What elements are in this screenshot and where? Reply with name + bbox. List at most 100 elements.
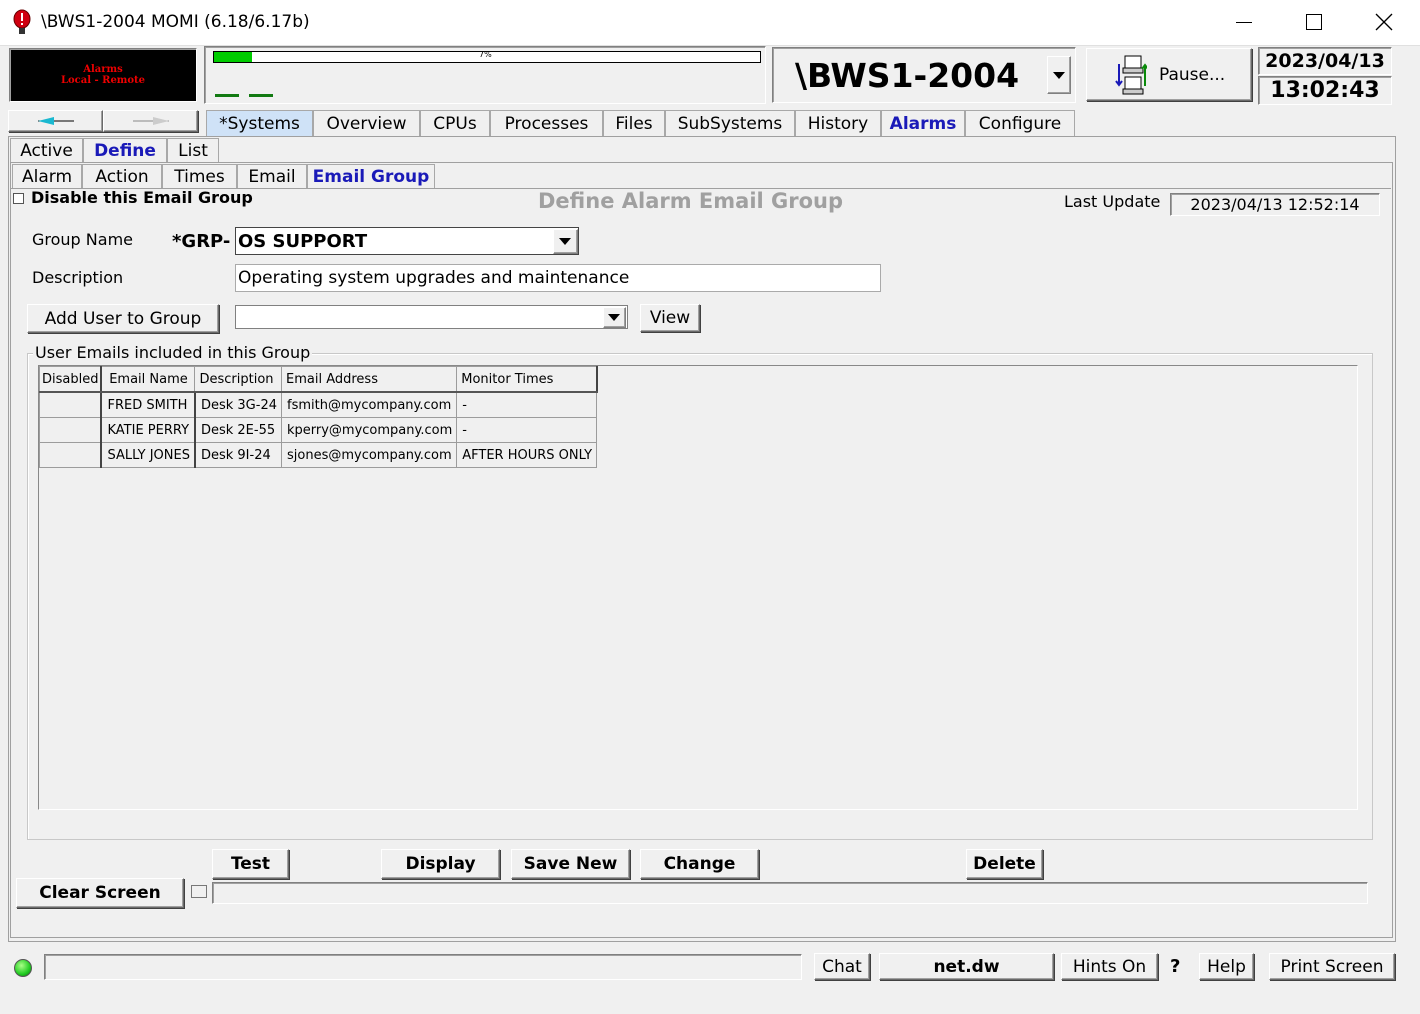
cell-disabled[interactable] — [39, 442, 103, 468]
cell-email-name[interactable]: SALLY JONES — [100, 442, 196, 468]
chevron-down-icon — [559, 238, 571, 245]
column-header-email-address[interactable]: Email Address — [280, 366, 458, 393]
alarm-panel-line2: Local - Remote — [60, 75, 146, 86]
user-emails-groupbox-label: User Emails included in this Group — [33, 343, 313, 362]
change-button[interactable]: Change — [640, 849, 759, 879]
system-selector[interactable]: \BWS1-2004 — [772, 47, 1076, 103]
back-button[interactable] — [8, 110, 103, 132]
cell-email-name[interactable]: KATIE PERRY — [100, 417, 196, 443]
pause-label: Pause... — [1159, 64, 1226, 85]
performance-panel: 7% — [204, 46, 766, 104]
forward-button[interactable] — [103, 110, 198, 132]
cell-description[interactable]: Desk 2E-55 — [194, 417, 282, 443]
cell-monitor-times[interactable]: - — [456, 391, 598, 418]
column-header-email-name[interactable]: Email Name — [100, 366, 196, 393]
alarm-indicator-panel[interactable]: Alarms Local - Remote — [9, 48, 197, 102]
add-user-dropdown-button[interactable] — [603, 307, 626, 328]
system-name: \BWS1-2004 — [795, 56, 1020, 95]
add-user-combo[interactable] — [235, 305, 628, 329]
delete-button[interactable]: Delete — [966, 849, 1043, 879]
cell-description[interactable]: Desk 3G-24 — [194, 391, 282, 418]
clear-screen-button[interactable]: Clear Screen — [16, 878, 184, 908]
app-alarm-icon — [12, 9, 32, 35]
table-header-row: Disabled Email Name Description Email Ad… — [39, 366, 598, 393]
cell-email-name[interactable]: FRED SMITH — [100, 391, 196, 418]
test-button[interactable]: Test — [212, 849, 289, 879]
user-emails-grid[interactable]: Disabled Email Name Description Email Ad… — [38, 365, 1358, 810]
pause-button[interactable]: Pause... — [1086, 48, 1252, 101]
cell-disabled[interactable] — [39, 391, 103, 418]
tab-active[interactable]: Active — [10, 138, 83, 162]
table-row[interactable]: FRED SMITH Desk 3G-24 fsmith@mycompany.c… — [39, 391, 598, 418]
tab-cpus[interactable]: CPUs — [420, 110, 490, 136]
cell-description[interactable]: Desk 9I-24 — [194, 442, 282, 468]
cell-email-address[interactable]: fsmith@mycompany.com — [280, 391, 458, 418]
disable-group-label: Disable this Email Group — [31, 188, 253, 207]
net-button[interactable]: net.dw — [879, 953, 1054, 980]
status-message-field — [44, 954, 802, 980]
close-icon[interactable] — [1375, 13, 1393, 31]
column-header-description[interactable]: Description — [194, 366, 282, 393]
view-button[interactable]: View — [640, 304, 700, 332]
alarm-panel-line1: Alarms — [83, 64, 123, 75]
window-title: \BWS1-2004 MOMI (6.18/6.17b) — [41, 12, 310, 32]
chevron-down-icon — [1053, 72, 1065, 79]
mini-bar-1 — [215, 94, 239, 97]
tab-configure[interactable]: Configure — [965, 110, 1075, 136]
group-name-label: Group Name — [32, 230, 133, 249]
group-prefix: *GRP- — [172, 231, 231, 252]
chat-button[interactable]: Chat — [814, 953, 870, 980]
tab-systems[interactable]: *Systems — [206, 110, 313, 136]
cell-email-address[interactable]: sjones@mycompany.com — [280, 442, 458, 468]
minimize-icon[interactable] — [1236, 22, 1252, 23]
display-button[interactable]: Display — [381, 849, 500, 879]
cell-monitor-times[interactable]: - — [456, 417, 598, 443]
disable-group-checkbox[interactable] — [13, 193, 24, 204]
question-icon[interactable]: ? — [1170, 956, 1180, 977]
form-title: Define Alarm Email Group — [538, 189, 844, 213]
tab-define[interactable]: Define — [83, 138, 167, 162]
tab-times[interactable]: Times — [162, 164, 237, 188]
hints-toggle-button[interactable]: Hints On — [1061, 953, 1158, 980]
progress-bar: 7% — [213, 50, 761, 63]
cell-disabled[interactable] — [39, 417, 103, 443]
group-name-dropdown-button[interactable] — [553, 229, 578, 254]
tab-email[interactable]: Email — [237, 164, 307, 188]
computer-sync-icon — [1115, 54, 1149, 96]
cell-email-address[interactable]: kperry@mycompany.com — [280, 417, 458, 443]
description-value: Operating system upgrades and maintenanc… — [238, 268, 630, 288]
column-header-monitor-times[interactable]: Monitor Times — [456, 366, 598, 393]
tab-overview[interactable]: Overview — [313, 110, 420, 136]
table-row[interactable]: SALLY JONES Desk 9I-24 sjones@mycompany.… — [39, 442, 598, 468]
cell-monitor-times[interactable]: AFTER HOURS ONLY — [456, 442, 598, 468]
tab-email-group[interactable]: Email Group — [307, 164, 435, 188]
back-arrow-icon — [37, 117, 74, 125]
tab-action[interactable]: Action — [82, 164, 162, 188]
group-name-combo[interactable]: OS SUPPORT — [235, 227, 579, 255]
tab-list[interactable]: List — [167, 138, 219, 162]
last-update-label: Last Update — [1064, 192, 1161, 211]
user-emails-table: Disabled Email Name Description Email Ad… — [39, 366, 598, 468]
tab-files[interactable]: Files — [603, 110, 665, 136]
column-header-disabled[interactable]: Disabled — [39, 366, 102, 393]
message-field — [212, 882, 1368, 904]
progress-label: 7% — [479, 50, 492, 59]
maximize-icon[interactable] — [1306, 14, 1322, 30]
date-display: 2023/04/13 — [1258, 47, 1392, 75]
table-row[interactable]: KATIE PERRY Desk 2E-55 kperry@mycompany.… — [39, 417, 598, 443]
description-input[interactable]: Operating system upgrades and maintenanc… — [235, 264, 881, 292]
tab-alarms[interactable]: Alarms — [881, 110, 965, 136]
tab-history[interactable]: History — [795, 110, 881, 136]
help-button[interactable]: Help — [1199, 953, 1254, 980]
message-checkbox[interactable] — [191, 885, 207, 898]
chevron-down-icon — [608, 314, 620, 321]
system-dropdown-button[interactable] — [1047, 56, 1071, 94]
print-screen-button[interactable]: Print Screen — [1269, 953, 1395, 980]
tab-subsystems[interactable]: SubSystems — [665, 110, 795, 136]
save-new-button[interactable]: Save New — [511, 849, 630, 879]
tab-alarm[interactable]: Alarm — [12, 164, 82, 188]
status-led-icon — [14, 959, 32, 977]
add-user-button[interactable]: Add User to Group — [27, 304, 219, 333]
tab-processes[interactable]: Processes — [490, 110, 603, 136]
forward-arrow-icon — [132, 117, 169, 125]
